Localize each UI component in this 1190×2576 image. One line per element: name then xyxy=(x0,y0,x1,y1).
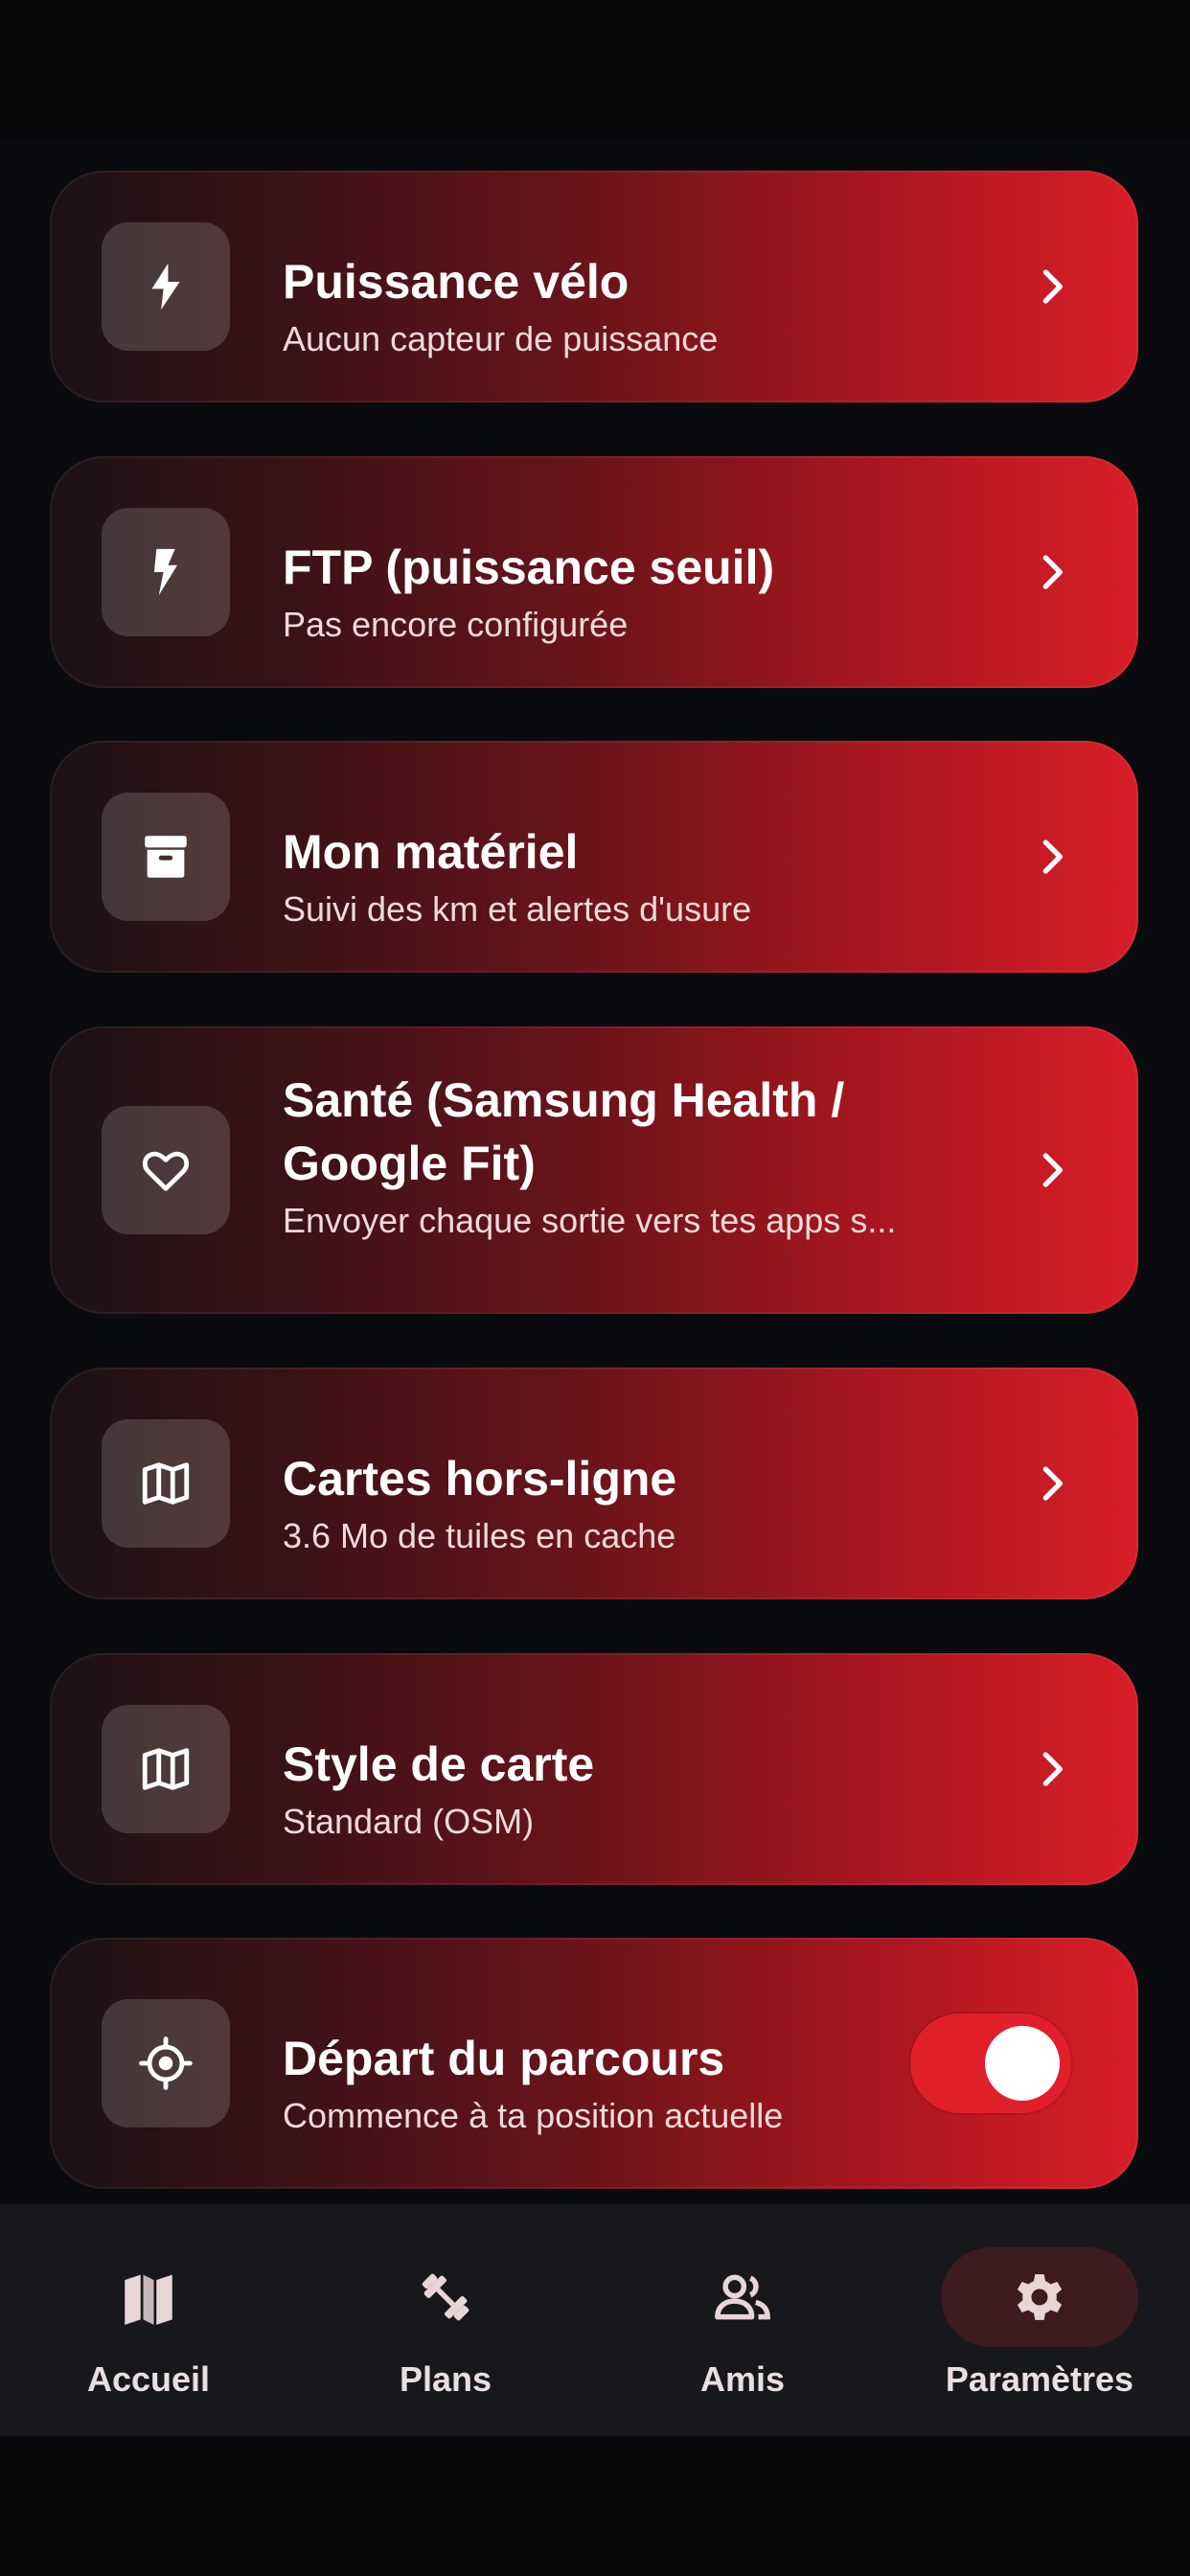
bolt-icon xyxy=(102,222,230,351)
setting-map-style[interactable]: Style de carte Standard (OSM) xyxy=(50,1653,1138,1885)
nav-label: Plans xyxy=(399,2359,492,2399)
heart-icon xyxy=(102,1106,230,1234)
settings-list: Puissance vélo Aucun capteur de puissanc… xyxy=(0,139,1190,2204)
route-start-toggle[interactable] xyxy=(910,2013,1071,2113)
chevron-right-icon xyxy=(1042,840,1063,874)
nav-label: Paramètres xyxy=(945,2359,1134,2399)
setting-title: Style de carte xyxy=(283,1737,595,1791)
dumbbell-icon xyxy=(347,2247,544,2347)
setting-title: Puissance vélo xyxy=(283,255,629,309)
setting-subtitle: Suivi des km et alertes d'usure xyxy=(283,889,752,929)
nav-item-plans[interactable]: Plans xyxy=(297,2204,594,2436)
setting-subtitle: Commence à ta position actuelle xyxy=(283,2096,784,2135)
status-bar-area xyxy=(0,0,1190,139)
setting-subtitle: Pas encore configurée xyxy=(283,605,629,644)
setting-health-sync[interactable]: Santé (Samsung Health / Google Fit) Envo… xyxy=(50,1026,1138,1314)
chevron-right-icon xyxy=(1042,555,1063,589)
setting-ftp[interactable]: FTP (puissance seuil) Pas encore configu… xyxy=(50,456,1138,688)
setting-route-start: Départ du parcours Commence à ta positio… xyxy=(50,1938,1138,2189)
flash-icon xyxy=(102,508,230,636)
setting-title: Santé (Samsung Health / Google Fit) xyxy=(283,1073,845,1190)
chevron-right-icon xyxy=(1042,269,1063,304)
map-icon xyxy=(102,1419,230,1548)
chevron-right-icon xyxy=(1042,1752,1063,1786)
chevron-right-icon xyxy=(1042,1466,1063,1501)
map-icon xyxy=(102,1705,230,1833)
setting-subtitle: Aucun capteur de puissance xyxy=(283,319,719,358)
system-navigation-bar xyxy=(0,2436,1190,2576)
setting-title: Départ du parcours xyxy=(283,2032,725,2085)
nav-label: Amis xyxy=(699,2359,786,2399)
nav-item-amis[interactable]: Amis xyxy=(594,2204,891,2436)
chevron-right-icon xyxy=(1042,1153,1063,1187)
gps-target-icon xyxy=(102,1999,230,2128)
setting-subtitle: Standard (OSM) xyxy=(283,1802,535,1841)
setting-subtitle: Envoyer chaque sortie vers tes apps s... xyxy=(283,1201,897,1240)
nav-item-accueil[interactable]: Accueil xyxy=(0,2204,297,2436)
setting-subtitle: 3.6 Mo de tuiles en cache xyxy=(283,1516,676,1555)
bottom-navigation: Accueil Plans Amis Paramètres xyxy=(0,2204,1190,2436)
nav-label: Accueil xyxy=(86,2359,211,2399)
setting-offline-maps[interactable]: Cartes hors-ligne 3.6 Mo de tuiles en ca… xyxy=(50,1368,1138,1599)
setting-bike-power[interactable]: Puissance vélo Aucun capteur de puissanc… xyxy=(50,171,1138,402)
people-icon xyxy=(644,2247,841,2347)
setting-my-equipment[interactable]: Mon matériel Suivi des km et alertes d'u… xyxy=(50,741,1138,973)
toggle-knob xyxy=(985,2026,1060,2101)
nav-item-parametres[interactable]: Paramètres xyxy=(891,2204,1188,2436)
inventory-box-icon xyxy=(102,793,230,921)
map-icon xyxy=(50,2247,247,2347)
setting-title: FTP (puissance seuil) xyxy=(283,540,775,594)
gear-icon xyxy=(941,2247,1138,2347)
setting-title: Cartes hors-ligne xyxy=(283,1452,677,1506)
settings-screen: Puissance vélo Aucun capteur de puissanc… xyxy=(0,0,1190,2576)
setting-title: Mon matériel xyxy=(283,825,579,879)
